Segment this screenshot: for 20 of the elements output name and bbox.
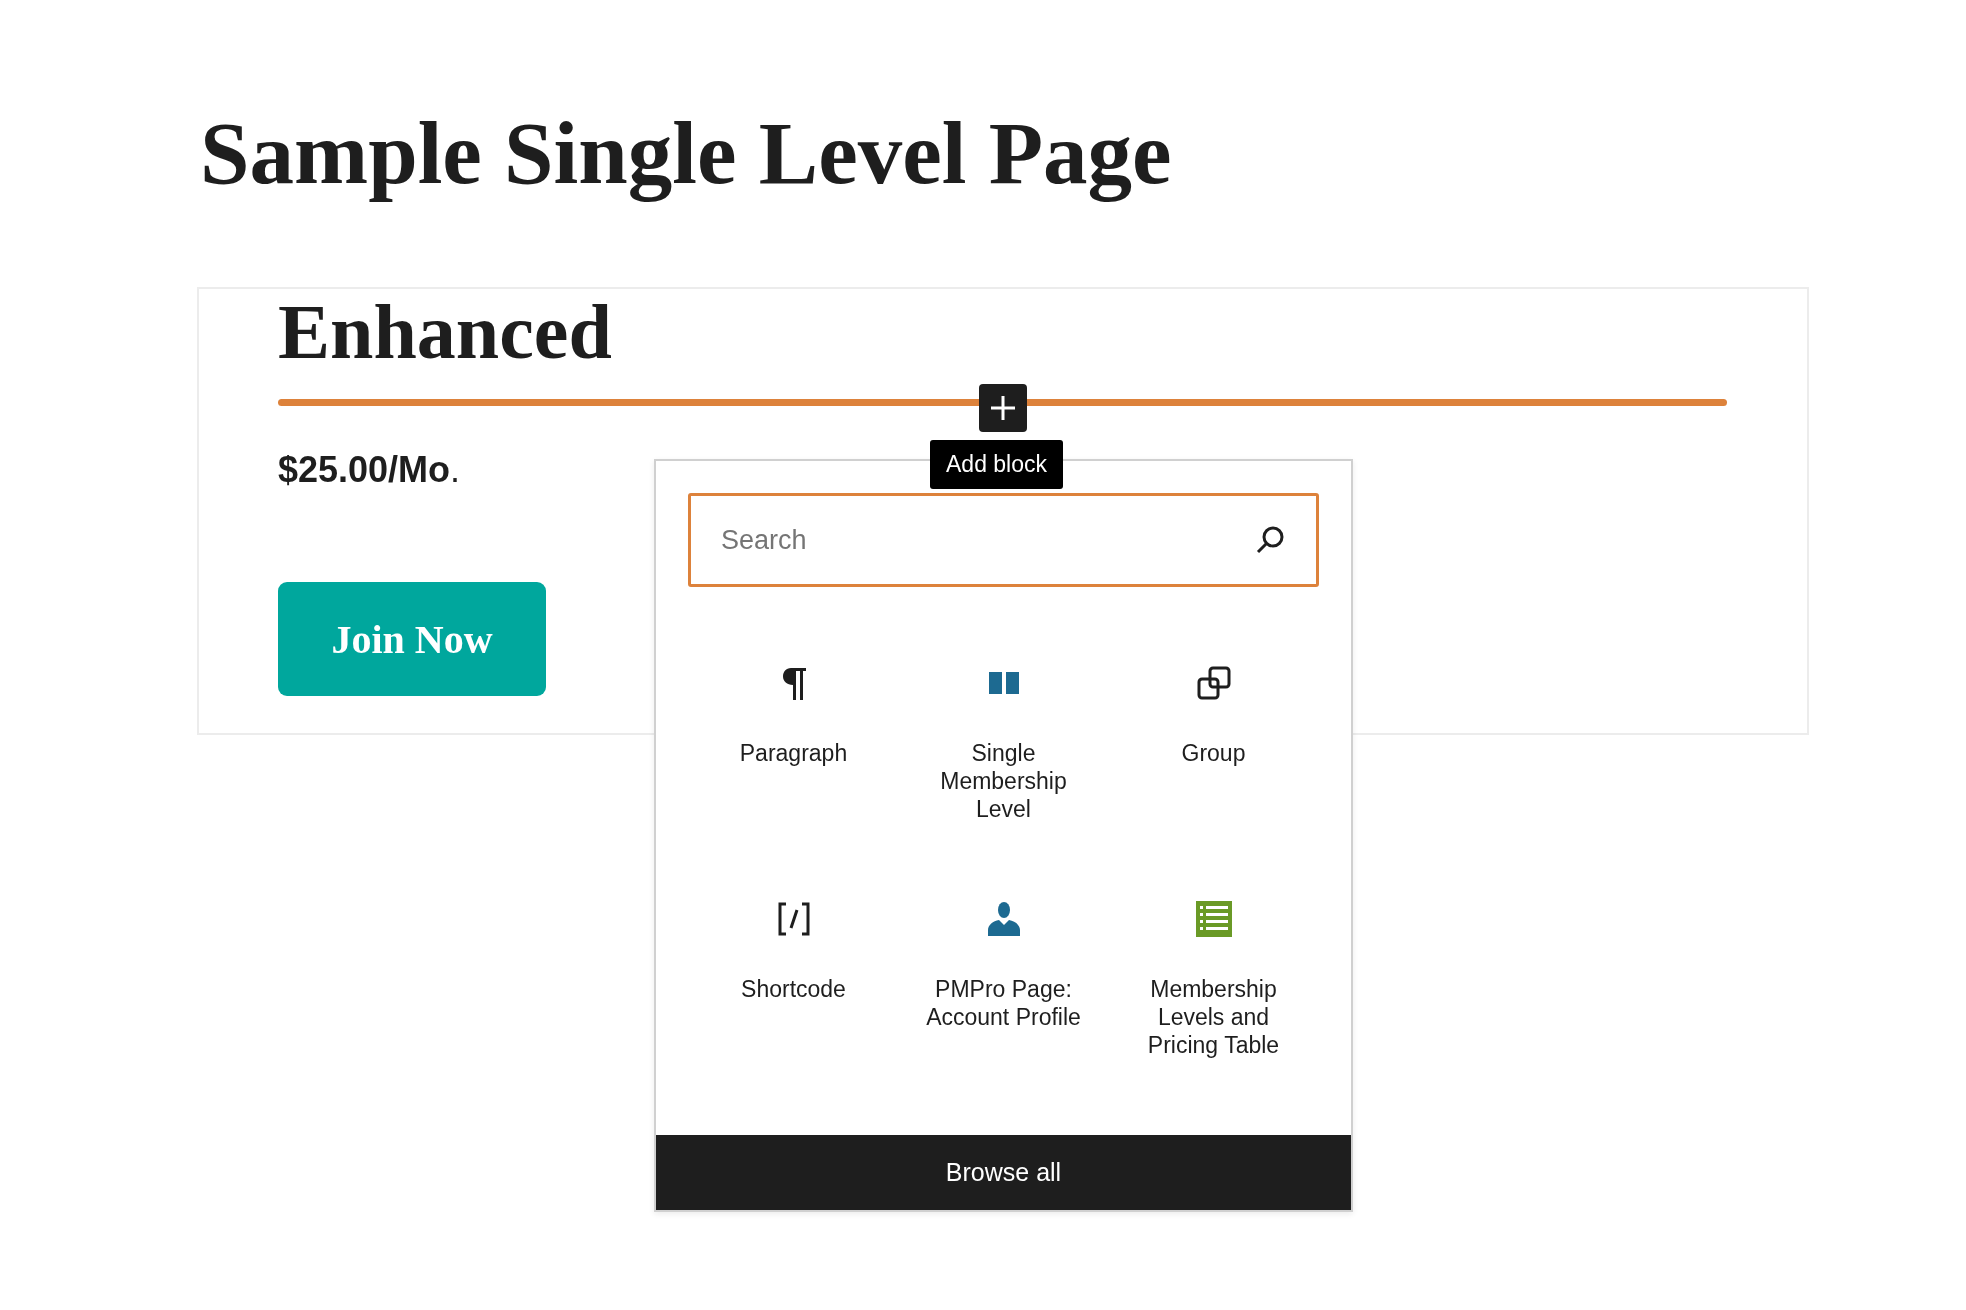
shortcode-icon [776,902,811,936]
add-block-button[interactable] [979,384,1027,432]
block-item[interactable]: Paragraph [713,739,874,767]
level-heading: Enhanced [278,287,612,377]
block-item[interactable]: Shortcode [713,975,874,1003]
list-table-icon [1195,901,1232,937]
block-item[interactable]: PMPro Page: Account Profile [923,975,1084,1031]
search-icon [1255,525,1285,555]
tooltip: Add block [930,440,1063,489]
block-item[interactable]: Membership Levels and Pricing Table [1133,975,1294,1059]
plus-icon [990,395,1016,421]
person-icon [987,902,1020,936]
page-title: Sample Single Level Page [200,103,1172,204]
overlapping-squares-icon [1196,666,1231,700]
search-field[interactable]: Search [688,493,1319,587]
browse-all-button[interactable]: Browse all [656,1135,1351,1210]
price-text: $25.00/Mo. [278,449,461,490]
block-item[interactable]: Single Membership Level [923,739,1084,823]
block-item[interactable]: Group [1133,739,1294,767]
columns-icon [988,672,1019,694]
